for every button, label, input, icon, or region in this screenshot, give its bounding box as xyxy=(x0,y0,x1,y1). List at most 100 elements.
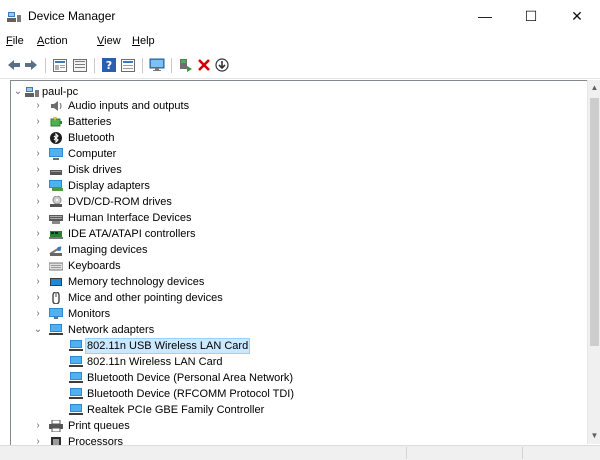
scan-hardware-button[interactable] xyxy=(149,57,165,73)
chevron-right-icon[interactable]: › xyxy=(33,194,43,210)
help-question-icon: ? xyxy=(102,58,116,72)
chevron-right-icon[interactable]: › xyxy=(33,98,43,114)
menu-view[interactable]: View xyxy=(97,35,121,47)
close-button[interactable]: ✕ xyxy=(554,0,600,32)
tree-item-label: Bluetooth xyxy=(68,132,115,144)
chevron-right-icon[interactable]: › xyxy=(33,146,43,162)
minimize-button[interactable]: — xyxy=(462,0,508,32)
tree-item-label: Network adapters xyxy=(68,324,155,336)
computer-root-icon xyxy=(25,87,39,97)
tree-child-label: Bluetooth Device (RFCOMM Protocol TDI) xyxy=(87,388,295,400)
chevron-right-icon[interactable]: › xyxy=(33,210,43,226)
update-driver-icon xyxy=(73,58,87,72)
tree-item-label: Audio inputs and outputs xyxy=(68,100,190,112)
tree-item-label: Monitors xyxy=(68,308,111,320)
menu-help[interactable]: Help xyxy=(132,35,155,47)
maximize-button[interactable]: ☐ xyxy=(508,0,554,32)
tree-item-label: Memory technology devices xyxy=(68,276,205,288)
download-button[interactable] xyxy=(214,57,230,73)
tree-child-label: 802.11n USB Wireless LAN Card xyxy=(85,338,251,354)
tree-item-label: Print queues xyxy=(68,420,130,432)
download-circle-icon xyxy=(215,58,229,72)
chevron-right-icon[interactable]: › xyxy=(33,306,43,322)
tree-item-label: Imaging devices xyxy=(68,244,148,256)
tree-item-label: Computer xyxy=(68,148,117,160)
properties-button[interactable] xyxy=(72,57,88,73)
menu-file[interactable]: File xyxy=(6,35,24,47)
chevron-down-icon[interactable]: ⌄ xyxy=(13,84,23,100)
chevron-right-icon[interactable]: › xyxy=(33,290,43,306)
properties-sheet-icon xyxy=(53,58,67,72)
view-button[interactable] xyxy=(120,57,136,73)
maximize-icon: ☐ xyxy=(524,7,538,24)
toolbar-separator xyxy=(142,58,143,73)
vertical-scrollbar[interactable]: ▲ ▼ xyxy=(587,80,600,444)
toolbar-separator xyxy=(45,58,46,73)
network-adapter-icon xyxy=(69,356,83,367)
printer-icon xyxy=(49,420,63,432)
toolbar-separator xyxy=(94,58,95,73)
tree-item-label: Keyboards xyxy=(68,260,121,272)
memory-device-icon xyxy=(50,278,62,286)
device-manager-app-icon xyxy=(7,12,21,22)
network-adapter-icon xyxy=(69,388,83,399)
keyboard-icon xyxy=(49,262,63,271)
view-device-icon xyxy=(121,58,135,72)
help-button[interactable]: ? xyxy=(101,57,117,73)
arrow-right-icon xyxy=(25,60,37,70)
arrow-left-icon xyxy=(8,60,20,70)
network-adapter-icon xyxy=(69,404,83,415)
tree-item-label: Mice and other pointing devices xyxy=(68,292,223,304)
enable-device-button[interactable] xyxy=(178,57,194,73)
tree-item-label: IDE ATA/ATAPI controllers xyxy=(68,228,196,240)
network-adapter-icon xyxy=(69,372,83,383)
enable-device-icon xyxy=(180,59,192,72)
chevron-right-icon[interactable]: › xyxy=(33,418,43,434)
chevron-right-icon[interactable]: › xyxy=(33,258,43,274)
chevron-right-icon[interactable]: › xyxy=(33,130,43,146)
tree-item-label: Disk drives xyxy=(68,164,122,176)
chevron-right-icon[interactable]: › xyxy=(33,162,43,178)
disk-drive-icon xyxy=(50,170,62,175)
scan-monitor-icon xyxy=(149,58,165,71)
tree-item-label: Human Interface Devices xyxy=(68,212,192,224)
status-bar xyxy=(0,445,600,460)
chevron-right-icon[interactable]: › xyxy=(33,178,43,194)
device-tree[interactable]: ⌄ paul-pc › Audio inputs and outputs › B… xyxy=(10,80,588,446)
svg-text:?: ? xyxy=(106,59,112,72)
network-adapter-icon xyxy=(69,340,83,351)
scroll-up-icon[interactable]: ▲ xyxy=(588,83,600,93)
tree-item-label: DVD/CD-ROM drives xyxy=(68,196,172,208)
tree-child-label: Bluetooth Device (Personal Area Network) xyxy=(87,372,294,384)
status-divider xyxy=(522,447,523,459)
hid-icon xyxy=(49,215,63,224)
chevron-right-icon[interactable]: › xyxy=(33,242,43,258)
tree-item-label: Display adapters xyxy=(68,180,150,192)
menu-bar: File Action View Help xyxy=(0,33,600,51)
bluetooth-icon xyxy=(50,132,62,144)
chevron-right-icon[interactable]: › xyxy=(33,114,43,130)
network-adapter-icon xyxy=(49,324,63,335)
uninstall-x-icon xyxy=(198,59,210,71)
ide-controller-icon xyxy=(49,231,63,239)
computer-icon xyxy=(49,148,63,160)
scrollbar-thumb[interactable] xyxy=(590,98,599,346)
tree-item-label: Batteries xyxy=(68,116,112,128)
window-title: Device Manager xyxy=(28,9,116,23)
display-adapter-icon xyxy=(49,180,63,191)
close-icon: ✕ xyxy=(571,7,583,24)
uninstall-device-button[interactable] xyxy=(196,57,212,73)
speaker-icon xyxy=(51,101,62,111)
toolbar: ? xyxy=(0,52,600,79)
forward-button[interactable] xyxy=(23,57,39,73)
scroll-down-icon[interactable]: ▼ xyxy=(588,431,600,441)
menu-action[interactable]: Action xyxy=(37,35,68,47)
tree-child-label: Realtek PCIe GBE Family Controller xyxy=(87,404,265,416)
toolbar-separator xyxy=(171,58,172,73)
chevron-right-icon[interactable]: › xyxy=(33,274,43,290)
chevron-right-icon[interactable]: › xyxy=(33,226,43,242)
show-hide-console-tree-button[interactable] xyxy=(52,57,68,73)
back-button[interactable] xyxy=(6,57,22,73)
minimize-icon: — xyxy=(478,8,492,24)
chevron-down-icon[interactable]: ⌄ xyxy=(33,322,43,338)
